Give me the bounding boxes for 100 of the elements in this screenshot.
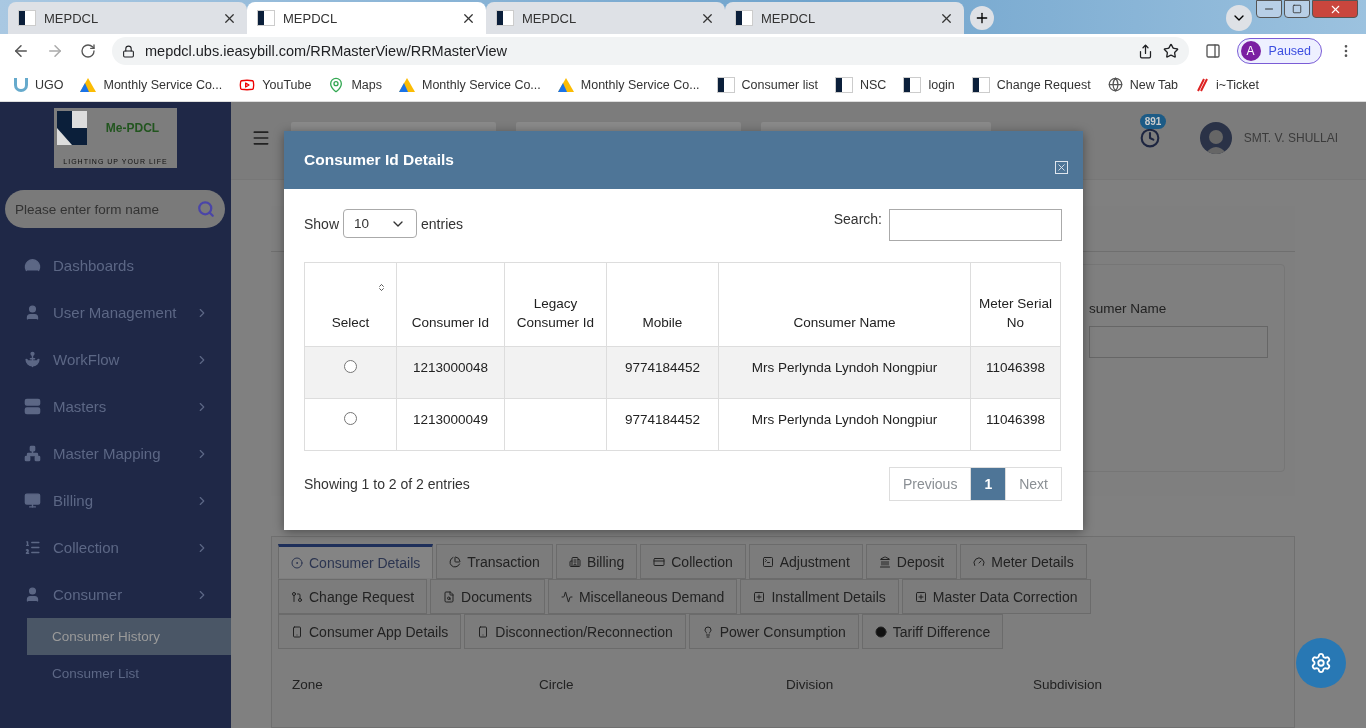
circle-dot-icon [291, 556, 303, 569]
tab[interactable]: Meter Details [960, 544, 1087, 579]
show-label: Show [304, 215, 340, 232]
tab[interactable]: Billing [555, 544, 638, 579]
browser-tab[interactable]: MEPDCL [725, 2, 964, 34]
sitemap-icon [24, 445, 41, 462]
tab[interactable]: Installment Details [740, 579, 899, 614]
tab[interactable]: Adjustment [748, 544, 863, 579]
tab[interactable]: Disconnection/Reconnection [464, 614, 686, 649]
nav-item[interactable]: Collection [0, 524, 231, 571]
close-button[interactable] [1312, 0, 1358, 18]
nav-item[interactable]: User Management [0, 289, 231, 336]
tab[interactable]: Miscellaneous Demand [547, 579, 738, 614]
menu-icon[interactable] [251, 128, 271, 148]
tab[interactable]: Documents [430, 579, 545, 614]
triangle-icon [557, 77, 574, 92]
bookmark[interactable]: Monthly Service Co... [80, 77, 223, 92]
sort-icon[interactable] [377, 283, 386, 292]
tab[interactable]: Power Consumption [688, 614, 859, 649]
star-icon[interactable] [1162, 43, 1179, 59]
site-icon [735, 10, 753, 26]
table-cell: 11046398 [970, 398, 1061, 451]
profile-button[interactable]: A Paused [1236, 38, 1322, 64]
site-icon [971, 76, 990, 93]
search-field[interactable]: Please enter form name [5, 190, 225, 228]
search-field[interactable] [889, 209, 1062, 241]
close-icon [1056, 161, 1067, 173]
tab[interactable]: Change Request [278, 579, 428, 614]
browser-tab[interactable]: MEPDCL [486, 2, 725, 34]
column-header[interactable]: Mobile [606, 262, 719, 347]
bookmark[interactable]: login [903, 76, 955, 93]
plus-icon [974, 10, 990, 26]
bookmark[interactable]: Monthly Service Co... [557, 77, 700, 92]
column-header[interactable]: Consumer Name [718, 262, 971, 347]
tab-search-button[interactable] [1226, 5, 1252, 31]
triangle-icon [399, 77, 415, 92]
nav-item[interactable]: Masters [0, 383, 231, 430]
bookmark[interactable]: Change Request [971, 76, 1091, 93]
address-bar[interactable]: mepdcl.ubs.ieasybill.com/RRMasterView/RRMasterView [112, 37, 1189, 65]
radio-button[interactable] [344, 412, 357, 425]
tab[interactable]: Deposit [865, 544, 958, 579]
user-name: SMT. V. SHULLAI [1243, 131, 1338, 145]
bookmark[interactable]: UGO [14, 77, 64, 92]
entries-summary: Showing 1 to 2 of 2 entries [304, 476, 470, 492]
nav-item[interactable]: Master Mapping [0, 430, 231, 477]
new-tab-button[interactable] [970, 6, 994, 30]
share-icon[interactable] [1137, 43, 1153, 59]
page-button[interactable]: Next [1005, 467, 1062, 501]
tab[interactable]: Consumer App Details [278, 614, 462, 649]
tab[interactable]: Consumer Details [278, 544, 434, 579]
column-header[interactable]: Consumer Id [396, 262, 505, 347]
back-icon[interactable] [12, 42, 30, 60]
field-label: Zone [292, 677, 324, 692]
side-panel-icon[interactable] [1204, 43, 1221, 59]
bookmark[interactable]: Consumer list [716, 76, 818, 93]
nav-subitem[interactable]: Consumer List [27, 655, 231, 692]
bookmark[interactable]: New Tab [1107, 77, 1179, 92]
anchor-icon [24, 351, 41, 368]
bank-icon [878, 555, 891, 568]
plus-square-icon [753, 590, 766, 603]
maximize-button[interactable] [1284, 0, 1310, 18]
tab[interactable]: Collection [640, 544, 746, 579]
phone-icon [477, 625, 490, 638]
map-pin-icon [328, 76, 345, 93]
search-label: Search: [833, 211, 882, 227]
server-icon [24, 398, 41, 415]
reload-icon[interactable] [80, 43, 96, 59]
globe-icon [1107, 77, 1123, 92]
page-button[interactable]: 1 [970, 467, 1007, 501]
nav-item[interactable]: WorkFlow [0, 336, 231, 383]
nav-item[interactable]: Billing [0, 477, 231, 524]
radio-button[interactable] [344, 360, 357, 373]
column-header[interactable]: Meter Serial No [970, 262, 1061, 347]
dot-icon [874, 625, 887, 638]
page-button[interactable]: Previous [888, 467, 972, 501]
browser-tab[interactable]: MEPDCL [247, 2, 486, 34]
bookmark[interactable]: Monthly Service Co... [399, 77, 541, 92]
nav-subitem[interactable]: Consumer History [27, 618, 231, 655]
bookmark[interactable]: NSC [835, 76, 887, 93]
bookmark[interactable]: Maps [328, 76, 382, 93]
minimize-button[interactable] [1256, 0, 1282, 18]
page-size-select[interactable]: 10 [343, 209, 418, 238]
tab[interactable]: Transaction [436, 544, 553, 579]
column-header[interactable]: Select [304, 262, 397, 347]
dialog-title: Consumer Id Details [304, 151, 454, 169]
browser-tab[interactable]: MEPDCL [8, 2, 247, 34]
nav-item[interactable]: Consumer [0, 571, 231, 618]
bookmark[interactable]: YouTube [239, 76, 312, 93]
tab[interactable]: Tariff Difference [861, 614, 1004, 649]
nav-item[interactable]: Dashboards [0, 242, 231, 289]
bookmark[interactable]: i~Ticket [1195, 77, 1260, 92]
terminal-icon [761, 555, 774, 568]
field-label: Subdivision [1033, 677, 1104, 692]
input-field[interactable] [1089, 326, 1268, 358]
user-icon [24, 304, 41, 321]
user-avatar[interactable] [1199, 122, 1232, 154]
clock-icon[interactable] [1139, 128, 1160, 148]
table-cell: 1213000049 [396, 398, 505, 451]
column-header[interactable]: Legacy Consumer Id [504, 262, 607, 347]
tab[interactable]: Master Data Correction [901, 579, 1091, 614]
